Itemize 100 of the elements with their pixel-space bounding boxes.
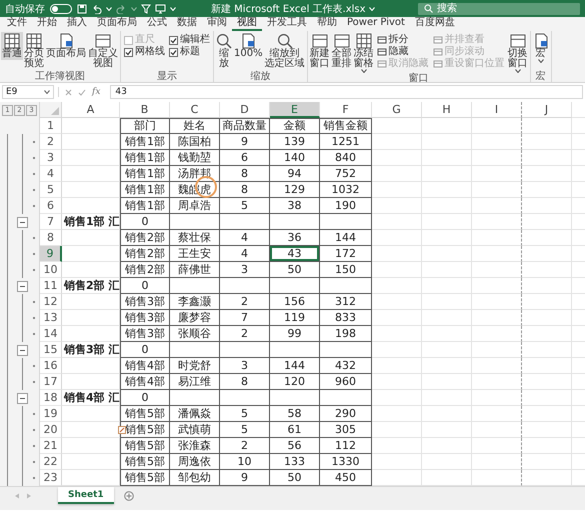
add-sheet-icon[interactable] (124, 490, 134, 500)
row-header[interactable]: 12 (40, 294, 62, 310)
ribbon-button[interactable]: 页面布局 (45, 32, 87, 60)
ribbon-button[interactable]: 普通 (1, 32, 23, 60)
table-cell (472, 214, 522, 230)
table-cell (320, 214, 372, 230)
ribbon-tab[interactable]: 文件 (2, 17, 32, 31)
table-cell (422, 454, 472, 470)
screen-icon[interactable] (155, 4, 166, 14)
row-header[interactable]: 22 (40, 454, 62, 470)
column-header[interactable]: D (220, 102, 270, 118)
table-cell: 8 (220, 182, 270, 198)
table-cell: 4 (220, 230, 270, 246)
table-cell: 9 (220, 134, 270, 150)
column-header[interactable]: E (270, 102, 320, 118)
table-cell (62, 134, 120, 150)
row-header[interactable]: 2 (40, 134, 62, 150)
ribbon-tab[interactable]: 插入 (62, 17, 92, 31)
row-header[interactable]: 10 (40, 262, 62, 278)
table-cell: 销售金额 (320, 118, 372, 134)
ribbon-tab[interactable]: 数据 (172, 17, 202, 31)
ribbon-button[interactable]: 新建 窗口 (308, 32, 331, 70)
ribbon-button[interactable]: 自定义 视图 (87, 32, 119, 70)
table-cell: 833 (320, 310, 372, 326)
table-cell: 廉梦容 (170, 310, 220, 326)
ribbon-tab[interactable]: 公式 (142, 17, 172, 31)
ribbon-button[interactable]: 切换 窗口 (506, 32, 529, 74)
row-header[interactable]: 3 (40, 150, 62, 166)
row-header[interactable]: 23 (40, 470, 62, 486)
check-icon[interactable] (78, 88, 86, 96)
checkbox[interactable] (169, 36, 178, 44)
column-header[interactable]: H (422, 102, 472, 118)
checkbox-option[interactable]: 网格线 (123, 46, 166, 58)
ribbon-button[interactable]: 宏 (532, 32, 550, 64)
row-header[interactable]: 5 (40, 182, 62, 198)
table-cell: 销售3部 (120, 310, 170, 326)
filter-icon[interactable] (141, 4, 151, 14)
sheet-tab[interactable]: Sheet1 (58, 487, 114, 504)
ribbon-tab[interactable]: 开发工具 (262, 17, 312, 31)
ribbon-tab[interactable]: 开始 (32, 17, 62, 31)
undo-icon[interactable] (91, 4, 102, 14)
ribbon-button[interactable]: 全部 重排 (330, 32, 353, 70)
table-cell (422, 182, 472, 198)
row-header[interactable]: 19 (40, 406, 62, 422)
collapse-button[interactable] (17, 392, 28, 404)
row-header[interactable]: 17 (40, 374, 62, 390)
table-cell: 112 (320, 438, 372, 454)
row-header[interactable]: 20 (40, 422, 62, 438)
ribbon-button[interactable]: 隐藏 (376, 46, 430, 58)
ribbon-tab[interactable]: 帮助 (312, 17, 342, 31)
column-header[interactable]: J (522, 102, 572, 118)
column-header[interactable]: B (120, 102, 170, 118)
redo-icon[interactable] (116, 4, 127, 14)
table-cell: 钱勤堃 (170, 150, 220, 166)
checkbox-option[interactable]: 标题 (168, 46, 211, 58)
function-button[interactable]: fx (92, 87, 100, 97)
ribbon-tab[interactable]: 百度网盘 (410, 17, 460, 31)
ribbon-button[interactable]: 拆分 (376, 34, 430, 46)
row-header[interactable]: 21 (40, 438, 62, 454)
autosave-toggle[interactable] (50, 4, 72, 14)
table-cell (62, 358, 120, 374)
ribbon-button[interactable]: 缩 放 (215, 32, 233, 70)
row-header[interactable]: 8 (40, 230, 62, 246)
row-header[interactable]: 15 (40, 342, 62, 358)
ribbon-button[interactable]: 100% (233, 32, 264, 60)
table-cell (170, 214, 220, 230)
checkbox[interactable] (169, 48, 178, 56)
column-header[interactable]: C (170, 102, 220, 118)
collapse-button[interactable] (17, 216, 28, 228)
formula-input[interactable]: 43 (110, 85, 583, 99)
checkbox[interactable] (124, 48, 133, 56)
column-header[interactable]: F (320, 102, 372, 118)
table-cell (522, 326, 572, 342)
save-icon[interactable] (77, 4, 87, 14)
checkbox-option[interactable]: 编辑栏 (168, 34, 211, 46)
table-cell: 840 (320, 150, 372, 166)
row-header[interactable]: 14 (40, 326, 62, 342)
row-header[interactable]: 7 (40, 214, 62, 230)
row-header[interactable]: 6 (40, 198, 62, 214)
column-header[interactable]: G (372, 102, 422, 118)
collapse-button[interactable] (17, 280, 28, 292)
column-header[interactable]: I (472, 102, 522, 118)
table-cell: 蔡壮保 (170, 230, 220, 246)
ribbon-tab[interactable]: Power Pivot (342, 17, 410, 31)
table-cell (472, 166, 522, 182)
ribbon-button[interactable]: 缩放到 选定区域 (264, 32, 306, 70)
ribbon-tab[interactable]: 审阅 (202, 17, 232, 31)
row-header[interactable]: 4 (40, 166, 62, 182)
row-header[interactable]: 1 (40, 118, 62, 134)
row-header[interactable]: 11 (40, 278, 62, 294)
ribbon-button[interactable]: 冻结 窗格 (352, 32, 375, 74)
column-header[interactable]: A (62, 102, 120, 118)
row-header[interactable]: 13 (40, 310, 62, 326)
row-header[interactable]: 18 (40, 390, 62, 406)
row-header[interactable]: 9 (40, 246, 62, 262)
name-box[interactable]: E9 (2, 85, 54, 99)
ribbon-button[interactable]: 分页 预览 (23, 32, 45, 70)
ribbon-tab[interactable]: 页面布局 (92, 17, 142, 31)
collapse-button[interactable] (17, 344, 28, 356)
row-header[interactable]: 16 (40, 358, 62, 374)
